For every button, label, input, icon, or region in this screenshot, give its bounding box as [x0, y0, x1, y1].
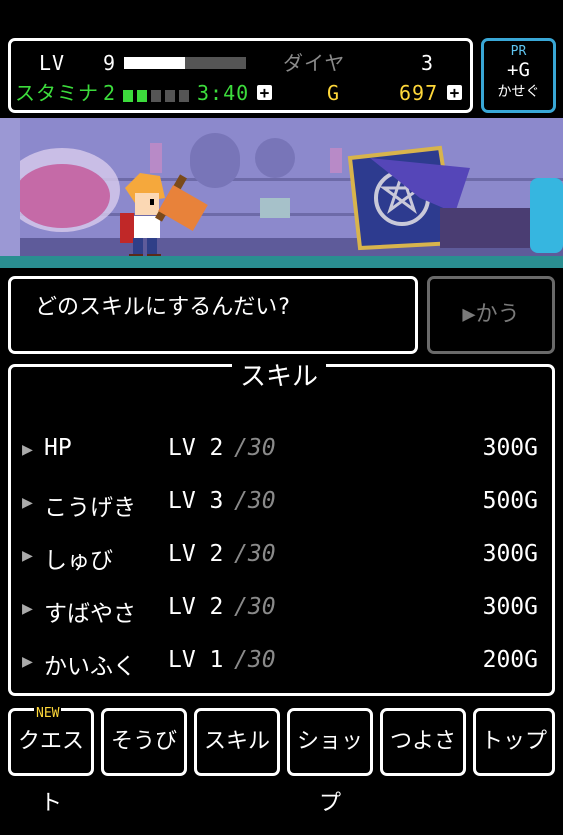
buy-button[interactable]: ▶かう — [427, 276, 555, 354]
gold-plus-button[interactable]: + — [447, 85, 462, 101]
tab-shop[interactable]: ショップ — [287, 708, 373, 816]
gold-value: 697 — [399, 81, 439, 105]
skill-name: こうげき — [44, 495, 136, 521]
tab-stats[interactable]: つよさ — [380, 708, 466, 776]
skill-name: しゅび — [44, 548, 113, 574]
skill-cost: 300G — [482, 594, 538, 620]
skill-max-level: /30 — [234, 488, 276, 514]
exp-bar — [124, 57, 246, 69]
hammer-icon — [155, 174, 208, 231]
stamina-cell — [151, 90, 161, 102]
stamina-bar — [123, 87, 193, 102]
hero-character — [120, 173, 208, 262]
tab-top[interactable]: トップ — [473, 708, 555, 776]
gold-label: G — [327, 81, 341, 105]
skills-title: スキル — [232, 356, 327, 393]
pr-label: PR — [510, 44, 527, 59]
skill-name: かいふく — [44, 654, 136, 680]
stamina-value: 2 — [103, 81, 117, 105]
tab-quest-label: クエスト — [17, 729, 84, 816]
skill-row[interactable]: ▶ かいふく LV 1/30 200G — [22, 645, 538, 680]
tab-skill-label: スキル — [203, 729, 270, 754]
skill-cost: 300G — [482, 435, 538, 461]
stamina-cell — [137, 90, 147, 102]
row-arrow-icon: ▶ — [22, 651, 33, 672]
pr-earn-label: かせぐ — [497, 84, 540, 100]
tab-shop-label: ショップ — [296, 729, 363, 816]
tab-skill[interactable]: スキル — [194, 708, 280, 776]
skill-max-level: /30 — [234, 647, 276, 673]
tab-stats-label: つよさ — [389, 729, 456, 754]
skill-level: LV 3 — [168, 488, 224, 514]
exp-bar-fill — [124, 57, 185, 69]
dialog-message: どのスキルにするんだい? — [35, 295, 291, 320]
skill-cost: 500G — [482, 488, 538, 514]
tab-equip-label: そうび — [110, 729, 177, 754]
scene-floor — [0, 256, 563, 268]
stamina-cell — [123, 90, 133, 102]
tab-equip[interactable]: そうび — [101, 708, 187, 776]
skill-level: LV 2 — [168, 594, 224, 620]
stamina-plus-button[interactable]: + — [257, 85, 272, 101]
skill-name: HP — [44, 435, 72, 461]
row-arrow-icon: ▶ — [22, 598, 33, 619]
stamina-cell — [179, 90, 189, 102]
skill-max-level: /30 — [234, 594, 276, 620]
stamina-timer: 3:40 — [197, 81, 250, 105]
stamina-label: スタミナ — [15, 81, 99, 105]
row-arrow-icon: ▶ — [22, 545, 33, 566]
skill-row[interactable]: ▶ こうげき LV 3/30 500G — [22, 486, 538, 521]
skill-row[interactable]: ▶ しゅび LV 2/30 300G — [22, 539, 538, 574]
lv-label: LV — [39, 51, 66, 75]
tab-top-label: トップ — [480, 729, 547, 754]
new-badge: NEW — [34, 706, 62, 721]
shop-background — [0, 118, 563, 268]
dialog-box: どのスキルにするんだい? — [8, 276, 418, 354]
skill-name: すばやさ — [44, 601, 136, 627]
skill-level: LV 1 — [168, 647, 224, 673]
pr-plus-g: +G — [507, 59, 530, 81]
skill-row[interactable]: ▶ HP LV 2/30 300G — [22, 433, 538, 467]
status-panel: LV 9 ダイヤ 3 スタミナ 2 3:40 + G 697 + — [8, 38, 473, 113]
skill-level: LV 2 — [168, 435, 224, 461]
pr-earn-gold-button[interactable]: PR +G かせぐ — [481, 38, 556, 113]
diamond-label: ダイヤ — [283, 51, 346, 75]
potion-icon — [530, 178, 563, 253]
skill-row[interactable]: ▶ すばやさ LV 2/30 300G — [22, 592, 538, 627]
row-arrow-icon: ▶ — [22, 492, 33, 513]
skill-max-level: /30 — [234, 541, 276, 567]
lv-value: 9 — [103, 51, 117, 75]
skill-cost: 300G — [482, 541, 538, 567]
skill-level: LV 2 — [168, 541, 224, 567]
stamina-cell — [165, 90, 175, 102]
diamond-value: 3 — [421, 51, 435, 75]
shop-scene — [0, 118, 563, 268]
skill-cost: 200G — [482, 647, 538, 673]
skill-max-level: /30 — [234, 435, 276, 461]
row-arrow-icon: ▶ — [22, 439, 33, 460]
